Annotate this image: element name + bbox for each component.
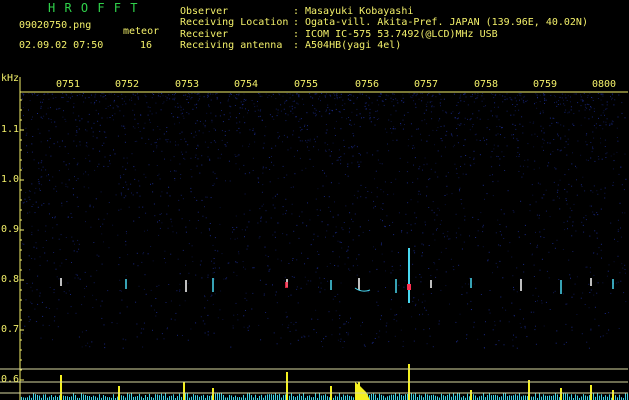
spectrogram <box>0 77 628 400</box>
time-tick-label: 0755 <box>294 79 319 90</box>
axis-frame <box>0 77 628 400</box>
y-tick-label: 0.8 <box>1 274 20 285</box>
time-tick-label: 0757 <box>414 79 439 90</box>
meteor-signals <box>60 248 614 303</box>
y-tick-label: 1.1 <box>1 124 20 135</box>
noise-field <box>21 93 627 349</box>
y-axis-unit: kHz <box>1 73 20 84</box>
time-tick-label: 0752 <box>115 79 140 90</box>
time-tick-label: 0756 <box>355 79 380 90</box>
time-tick-label: 0754 <box>234 79 259 90</box>
y-tick-label: 0.6 <box>1 374 20 385</box>
hroft-screen: H R O F F T 09020750.png 02.09.02 07:50 … <box>0 0 629 400</box>
time-tick-label: 0759 <box>533 79 558 90</box>
time-tick-label: 0758 <box>474 79 499 90</box>
time-tick-label: 0800 <box>592 79 617 90</box>
y-tick-label: 1.0 <box>1 174 20 185</box>
time-tick-label: 0751 <box>56 79 81 90</box>
time-tick-label: 0753 <box>175 79 200 90</box>
y-tick-label: 0.7 <box>1 324 20 335</box>
y-tick-label: 0.9 <box>1 224 20 235</box>
